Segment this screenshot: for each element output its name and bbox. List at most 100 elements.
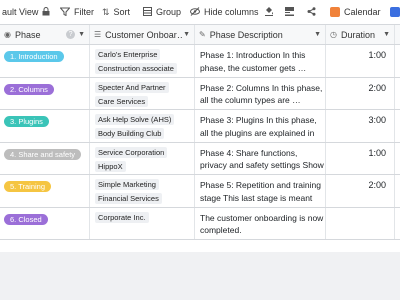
linked-record[interactable]: Body Building Club <box>95 128 165 139</box>
duration-value: 2:00 <box>368 180 386 190</box>
linked-record[interactable]: Specter And Partner <box>95 81 169 93</box>
description-cell[interactable]: Phase 1: Introduction In this phase, the… <box>195 45 326 77</box>
data-table: ◉ Phase ? ▼ ☰ Customer Onboar… ▼ ✎ Phase… <box>0 24 400 240</box>
column-header-label: Duration <box>340 29 376 40</box>
chevron-down-icon[interactable]: ▼ <box>183 31 190 38</box>
column-header-customer-onboarding[interactable]: ☰ Customer Onboar… ▼ <box>90 25 195 44</box>
chevron-down-icon[interactable]: ▼ <box>314 31 321 38</box>
phase-tag: 2. Columns <box>4 83 54 95</box>
link-column-icon: ☰ <box>94 30 102 39</box>
view-selector[interactable]: ault View <box>2 0 38 24</box>
phase-tag: 4. Share and safety <box>4 148 82 160</box>
duration-cell[interactable]: 1:00 <box>326 142 395 174</box>
description-cell[interactable]: Phase 5: Repetition and training stage T… <box>195 175 326 207</box>
next-cell[interactable] <box>395 110 400 142</box>
customer-cell[interactable]: Corporate Inc. <box>90 207 195 239</box>
phase-tag: 3. Plugins <box>4 116 49 127</box>
customer-cell[interactable]: Specter And Partner Care Services <box>90 77 195 109</box>
hide-columns-label: Hide columns <box>204 7 259 17</box>
description-cell[interactable]: Phase 4: Share functions, privacy and sa… <box>195 142 326 175</box>
description-cell[interactable]: Phase 3: Plugins In this phase, all the … <box>195 110 326 142</box>
chevron-down-icon[interactable]: ▼ <box>383 31 390 38</box>
linked-record[interactable]: Simple Marketing <box>95 179 159 190</box>
customer-cell[interactable]: Carlo's Enterprise Construction associat… <box>90 45 195 77</box>
paint-bucket-icon <box>264 6 274 18</box>
phase-cell[interactable]: 1. Introduction <box>0 45 90 77</box>
description-cell[interactable]: Phase 2: Columns In this phase, all the … <box>195 77 326 109</box>
duration-cell[interactable]: 2:00 <box>326 175 395 207</box>
duration-cell[interactable] <box>326 207 395 239</box>
next-cell[interactable] <box>395 78 400 110</box>
linked-record[interactable]: Financial Services <box>95 193 162 204</box>
phase-cell[interactable]: 6. Closed <box>0 207 90 239</box>
group-icon <box>143 6 152 18</box>
next-cell[interactable] <box>395 143 400 175</box>
filter-label: Filter <box>74 7 94 17</box>
phase-tag: 5. Training <box>4 181 52 192</box>
row-color-button[interactable] <box>264 0 274 24</box>
view-label: ault View <box>2 7 39 17</box>
table-row[interactable]: 2. Columns Specter And Partner Care Serv… <box>0 77 400 110</box>
toolbar: ault View Filter ⇅ Sort Group Hide colum… <box>0 0 400 24</box>
description-text: Phase 5: Repetition and training stage T… <box>200 180 321 207</box>
table-row[interactable]: 3. Plugins Ask Help Solve (AHS) Body Bui… <box>0 110 400 143</box>
group-label: Group <box>156 7 182 17</box>
share-icon <box>307 6 316 18</box>
column-header-phase-description[interactable]: ✎ Phase Description ▼ <box>195 25 326 44</box>
customer-cell[interactable]: Service Corporation HippoX <box>90 142 195 174</box>
linked-record[interactable]: Ask Help Solve (AHS) <box>95 114 175 125</box>
linked-record[interactable]: Carlo's Enterprise <box>95 49 161 60</box>
single-select-icon: ◉ <box>4 30 11 39</box>
description-text: Phase 2: Columns In this phase, all the … <box>200 82 323 106</box>
clock-icon: ◷ <box>330 30 337 39</box>
table-header: ◉ Phase ? ▼ ☰ Customer Onboar… ▼ ✎ Phase… <box>0 25 400 45</box>
duration-value: 2:00 <box>368 82 386 93</box>
table-row[interactable]: 1. Introduction Carlo's Enterprise Const… <box>0 45 400 78</box>
linked-record[interactable]: Corporate Inc. <box>95 211 149 223</box>
column-header-duration[interactable]: ◷ Duration ▼ <box>326 25 395 44</box>
duration-cell[interactable]: 2:00 <box>326 77 395 109</box>
linked-record[interactable]: Care Services <box>95 95 149 107</box>
phase-tag: 6. Closed <box>4 213 48 225</box>
empty-table-area <box>0 252 400 300</box>
eye-slash-icon <box>190 6 200 18</box>
table-row[interactable]: 4. Share and safety Service Corporation … <box>0 142 400 175</box>
group-button[interactable]: Group <box>143 0 181 24</box>
customer-cell[interactable]: Ask Help Solve (AHS) Body Building Club <box>90 110 195 142</box>
lock-button[interactable] <box>42 0 50 24</box>
column-header-next[interactable] <box>395 25 400 44</box>
chevron-down-icon[interactable]: ▼ <box>78 31 85 38</box>
phase-cell[interactable]: 4. Share and safety <box>0 142 90 174</box>
phase-cell[interactable]: 2. Columns <box>0 77 90 109</box>
lock-icon <box>42 6 50 18</box>
phase-cell[interactable]: 3. Plugins <box>0 110 90 142</box>
sort-button[interactable]: ⇅ Sort <box>102 0 130 24</box>
calendar-button[interactable]: Calendar <box>330 0 381 24</box>
calendar-label: Calendar <box>344 7 381 17</box>
description-cell[interactable]: The customer onboarding is now completed… <box>195 207 326 239</box>
info-icon[interactable]: ? <box>66 30 76 39</box>
table-row[interactable]: 5. Training Simple Marketing Financial S… <box>0 175 400 208</box>
table-row[interactable]: 6. Closed Corporate Inc. The customer on… <box>0 207 400 240</box>
next-cell[interactable] <box>395 208 400 240</box>
duration-cell[interactable]: 1:00 <box>326 45 395 77</box>
linked-record[interactable]: Construction associate <box>95 63 177 74</box>
calendar-icon <box>330 7 340 17</box>
share-button[interactable] <box>307 0 316 24</box>
column-header-phase[interactable]: ◉ Phase ? ▼ <box>0 25 90 44</box>
linked-record[interactable]: Service Corporation <box>95 146 168 158</box>
row-height-button[interactable] <box>285 0 294 24</box>
long-text-icon: ✎ <box>199 30 206 39</box>
customer-cell[interactable]: Simple Marketing Financial Services <box>90 175 195 207</box>
description-text: Phase 4: Share functions, privacy and sa… <box>200 147 324 175</box>
filter-button[interactable]: Filter <box>59 0 94 24</box>
duration-cell[interactable]: 3:00 <box>326 110 395 142</box>
next-cell[interactable] <box>395 45 400 77</box>
hide-columns-button[interactable]: Hide columns <box>190 0 259 24</box>
plugin-button[interactable] <box>390 0 400 24</box>
sort-label: Sort <box>113 7 131 17</box>
phase-cell[interactable]: 5. Training <box>0 175 90 207</box>
linked-record[interactable]: HippoX <box>95 160 126 172</box>
filter-icon <box>59 7 71 18</box>
next-cell[interactable] <box>395 175 400 207</box>
